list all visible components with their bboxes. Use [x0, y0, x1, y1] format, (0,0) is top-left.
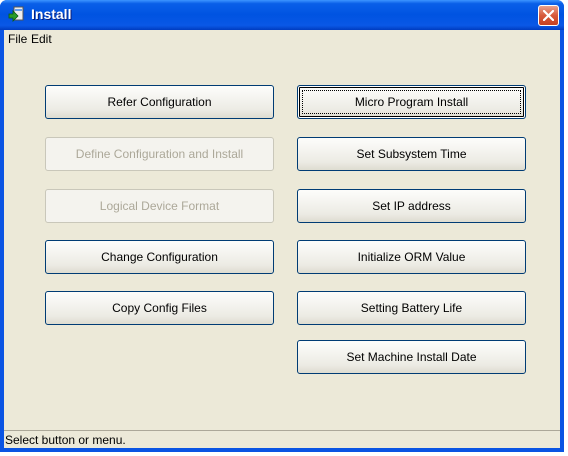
button-label: Refer Configuration [107, 95, 212, 109]
set-ip-address-button[interactable]: Set IP address [297, 189, 526, 223]
copy-config-files-button[interactable]: Copy Config Files [45, 291, 274, 325]
micro-program-install-button[interactable]: Micro Program Install [297, 85, 526, 119]
close-button[interactable] [538, 5, 559, 26]
status-text: Select button or menu. [5, 433, 126, 447]
button-label: Setting Battery Life [360, 301, 463, 315]
install-app-icon [7, 6, 25, 24]
button-label: Copy Config Files [112, 301, 207, 315]
button-label: Initialize ORM Value [357, 250, 466, 264]
install-window: Install File Edit Refer Configuration De… [0, 0, 564, 452]
button-label: Logical Device Format [99, 199, 220, 213]
initialize-orm-value-button[interactable]: Initialize ORM Value [297, 240, 526, 274]
refer-configuration-button[interactable]: Refer Configuration [45, 85, 274, 119]
window-bottom-border [0, 448, 564, 452]
title-bar[interactable]: Install [0, 0, 564, 30]
status-bar: Select button or menu. [4, 430, 560, 448]
close-icon [543, 10, 554, 21]
button-label: Set IP address [372, 199, 451, 213]
set-machine-install-date-button[interactable]: Set Machine Install Date [297, 340, 526, 374]
menu-edit[interactable]: Edit [31, 32, 52, 46]
change-configuration-button[interactable]: Change Configuration [45, 240, 274, 274]
menu-file[interactable]: File [8, 32, 27, 46]
menu-bar: File Edit [4, 30, 560, 49]
set-subsystem-time-button[interactable]: Set Subsystem Time [297, 137, 526, 171]
button-label: Set Machine Install Date [346, 350, 477, 364]
focus-rect [302, 90, 521, 114]
window-title: Install [31, 6, 72, 22]
define-configuration-install-button[interactable]: Define Configuration and Install [45, 137, 274, 171]
button-label: Change Configuration [101, 250, 218, 264]
logical-device-format-button[interactable]: Logical Device Format [45, 189, 274, 223]
button-label: Define Configuration and Install [75, 147, 244, 161]
setting-battery-life-button[interactable]: Setting Battery Life [297, 291, 526, 325]
client-area: File Edit Refer Configuration Define Con… [4, 30, 560, 448]
button-label: Set Subsystem Time [356, 147, 467, 161]
